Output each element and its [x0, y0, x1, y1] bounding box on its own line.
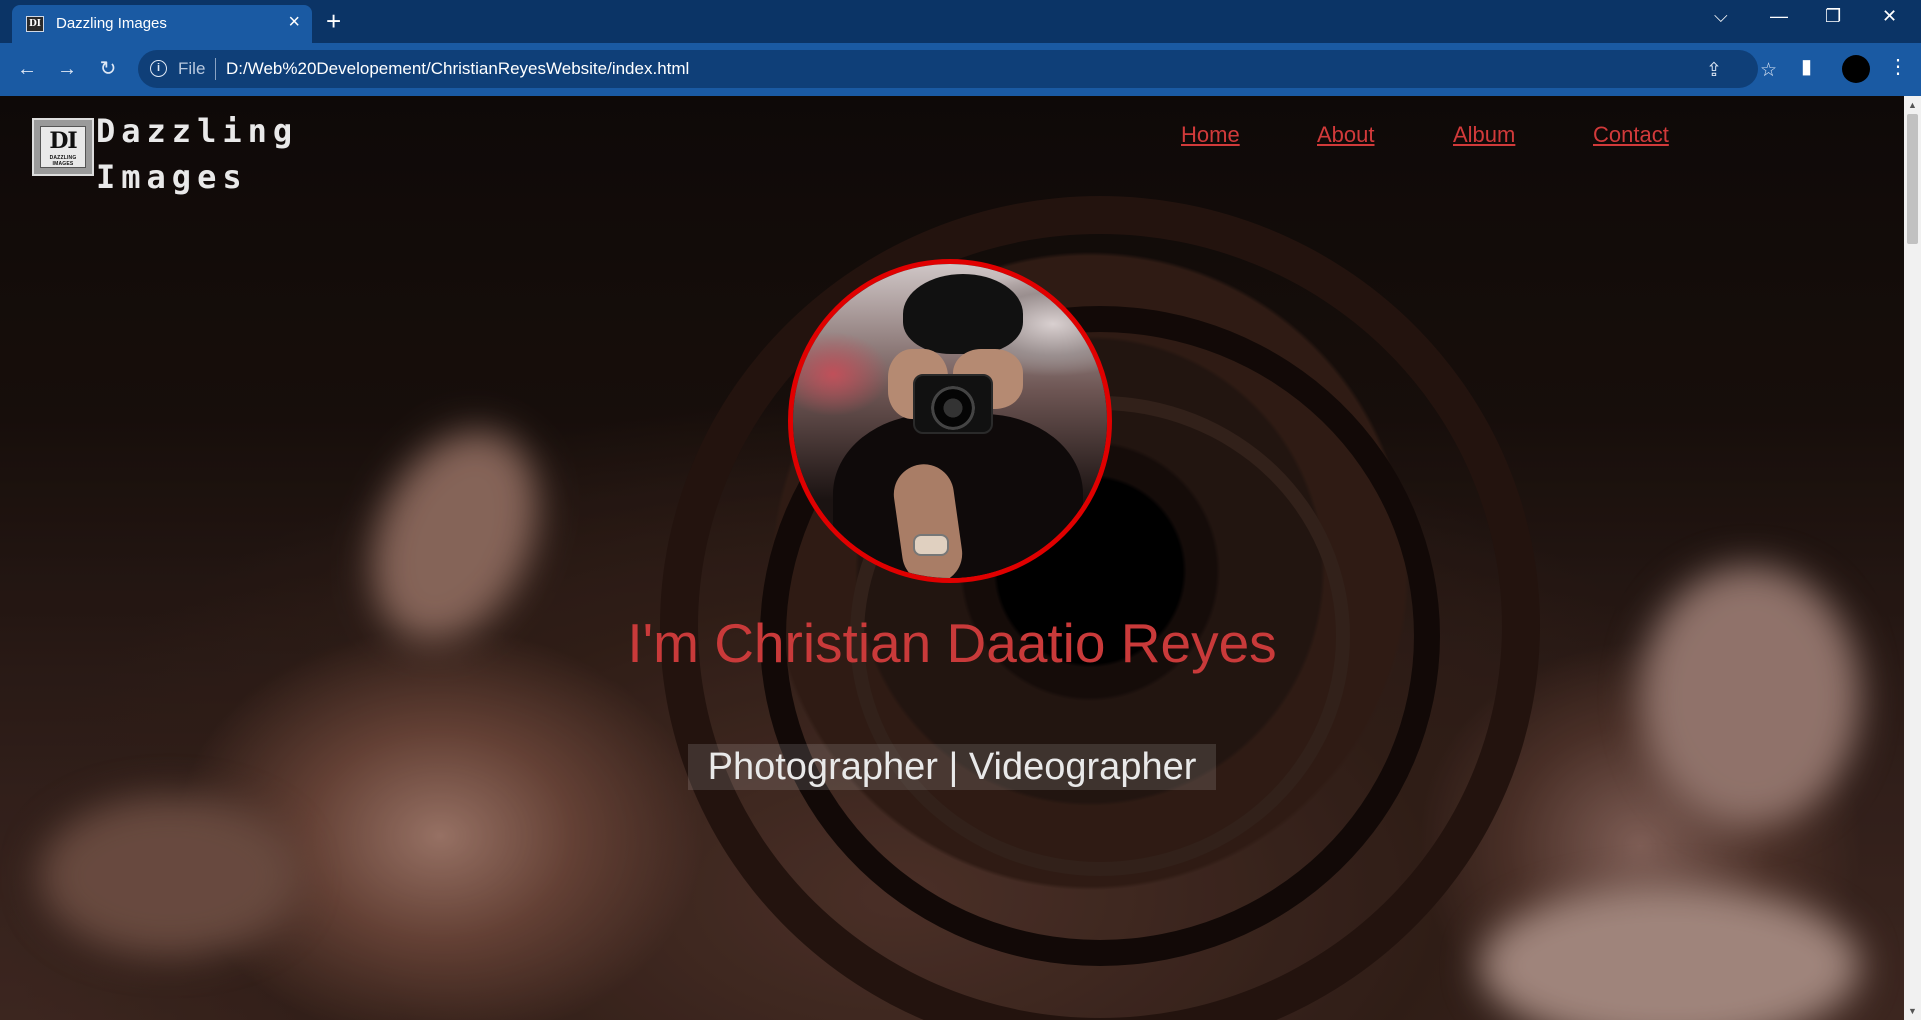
kebab-menu-icon[interactable]: ⋮ — [1888, 54, 1908, 79]
tab-title: Dazzling Images — [56, 15, 167, 32]
site-brand-name[interactable]: Dazzling Images — [96, 108, 298, 200]
scroll-up-icon[interactable]: ▲ — [1908, 100, 1917, 110]
side-panel-icon[interactable]: ▮ — [1801, 54, 1812, 79]
hero-headline: I'm Christian Daatio Reyes — [627, 612, 1277, 674]
logo-small-text: DAZZLING IMAGES — [49, 155, 77, 167]
logo-emblem: DI DAZZLING IMAGES — [40, 126, 86, 168]
scroll-down-icon[interactable]: ▼ — [1908, 1006, 1917, 1016]
profile-photo — [788, 259, 1112, 583]
site-favicon-icon: DI — [26, 16, 44, 32]
site-logo[interactable]: DI DAZZLING IMAGES — [32, 118, 94, 176]
nav-link-album[interactable]: Album — [1453, 122, 1515, 147]
scrollbar-thumb[interactable] — [1907, 114, 1918, 244]
browser-toolbar: ← → ↻ i File D:/Web%20Developement/Chris… — [0, 43, 1921, 96]
url-separator — [215, 58, 216, 80]
hero-subtitle: Photographer | Videographer — [687, 744, 1217, 790]
address-bar[interactable]: i File D:/Web%20Developement/ChristianRe… — [138, 50, 1777, 88]
reload-icon[interactable]: ↻ — [93, 54, 123, 84]
info-icon[interactable]: i — [150, 60, 167, 77]
profile-avatar[interactable] — [1842, 55, 1870, 83]
browser-tab-strip: DI Dazzling Images × + ⌵ — ❐ ✕ — [0, 0, 1921, 43]
nav-link-contact[interactable]: Contact — [1593, 122, 1669, 147]
restore-icon[interactable]: ❐ — [1825, 6, 1841, 27]
arrow-right-icon[interactable]: → — [52, 54, 82, 84]
brand-line-2: Images — [96, 158, 248, 196]
wristwatch — [913, 534, 949, 556]
star-icon[interactable]: ☆ — [1760, 59, 1777, 82]
chevron-down-icon[interactable]: ⌵ — [1714, 6, 1728, 27]
brand-line-1: Dazzling — [96, 112, 299, 150]
browser-tab[interactable]: DI Dazzling Images × — [12, 5, 312, 43]
close-icon[interactable]: × — [288, 12, 300, 32]
nav-link-home[interactable]: Home — [1181, 122, 1240, 147]
arrow-left-icon[interactable]: ← — [12, 54, 42, 84]
minimize-icon[interactable]: — — [1770, 6, 1788, 27]
page-viewport: DI DAZZLING IMAGES Dazzling Images Home … — [0, 96, 1904, 1020]
page-scrollbar[interactable]: ▲ ▼ — [1904, 96, 1921, 1020]
new-tab-plus-icon[interactable]: + — [326, 6, 341, 37]
logo-monogram: DI — [49, 128, 77, 154]
share-icon[interactable]: ⇪ — [1706, 59, 1722, 82]
nav-link-about[interactable]: About — [1317, 122, 1375, 147]
file-label: File — [178, 59, 206, 78]
window-close-icon[interactable]: ✕ — [1882, 6, 1897, 27]
url-text[interactable]: D:/Web%20Developement/ChristianReyesWebs… — [226, 59, 689, 79]
